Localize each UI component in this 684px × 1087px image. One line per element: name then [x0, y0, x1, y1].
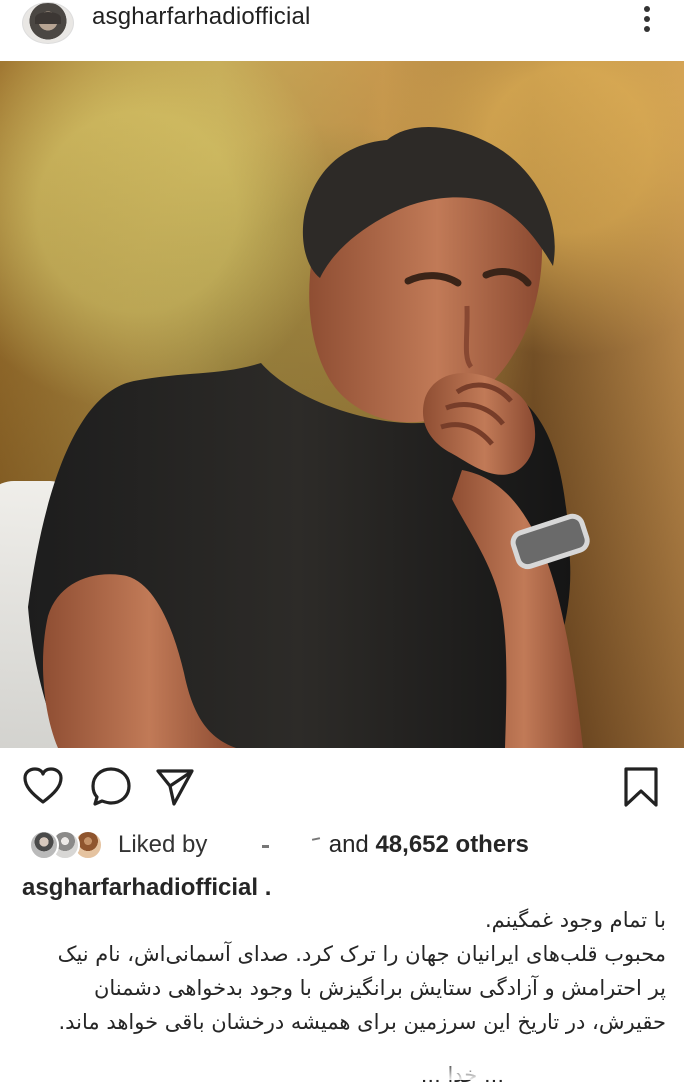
likes-count[interactable]: 48,652 others: [375, 831, 528, 858]
post-header: asgharfarhadiofficial: [0, 0, 684, 60]
likes-and-label: and: [328, 831, 369, 858]
likes-text[interactable]: Liked by and 48,652 others: [118, 830, 529, 859]
comment-icon[interactable]: [90, 766, 132, 808]
caption-line: محبوب قلب‌های ایرانیان جهان را ترک کرد. …: [57, 942, 666, 966]
caption-fade: [0, 1060, 684, 1080]
post-actions: [0, 750, 684, 828]
bookmark-icon[interactable]: [622, 766, 660, 808]
heart-icon[interactable]: [22, 766, 64, 808]
liker-avatar[interactable]: [29, 830, 59, 860]
caption-author-line[interactable]: asgharfarhadiofficial .: [22, 874, 271, 902]
profile-avatar[interactable]: [22, 2, 74, 44]
caption-author[interactable]: asgharfarhadiofficial: [22, 874, 258, 901]
man-holding-orange: [28, 126, 590, 748]
post-photo[interactable]: [0, 61, 684, 748]
caption-line: پر احترامش و آزادگی ستایش برانگیزش با وج…: [93, 976, 666, 1000]
post-caption: با تمام وجود غمگینم. محبوب قلب‌های ایران…: [24, 903, 666, 1039]
obscured-liker-name[interactable]: [214, 830, 322, 855]
caption-author-suffix: .: [264, 874, 272, 901]
three-dots-vertical-icon[interactable]: [638, 4, 656, 36]
paper-plane-icon[interactable]: [154, 766, 196, 808]
likes-row[interactable]: Liked by and 48,652 others: [0, 825, 684, 865]
caption-line: با تمام وجود غمگینم.: [484, 908, 666, 932]
post-username[interactable]: asgharfarhadiofficial: [92, 3, 311, 31]
caption-line: حقیرش، در تاریخ این سرزمین برای همیشه در…: [58, 1010, 666, 1034]
liked-by-label: Liked by: [118, 831, 208, 858]
